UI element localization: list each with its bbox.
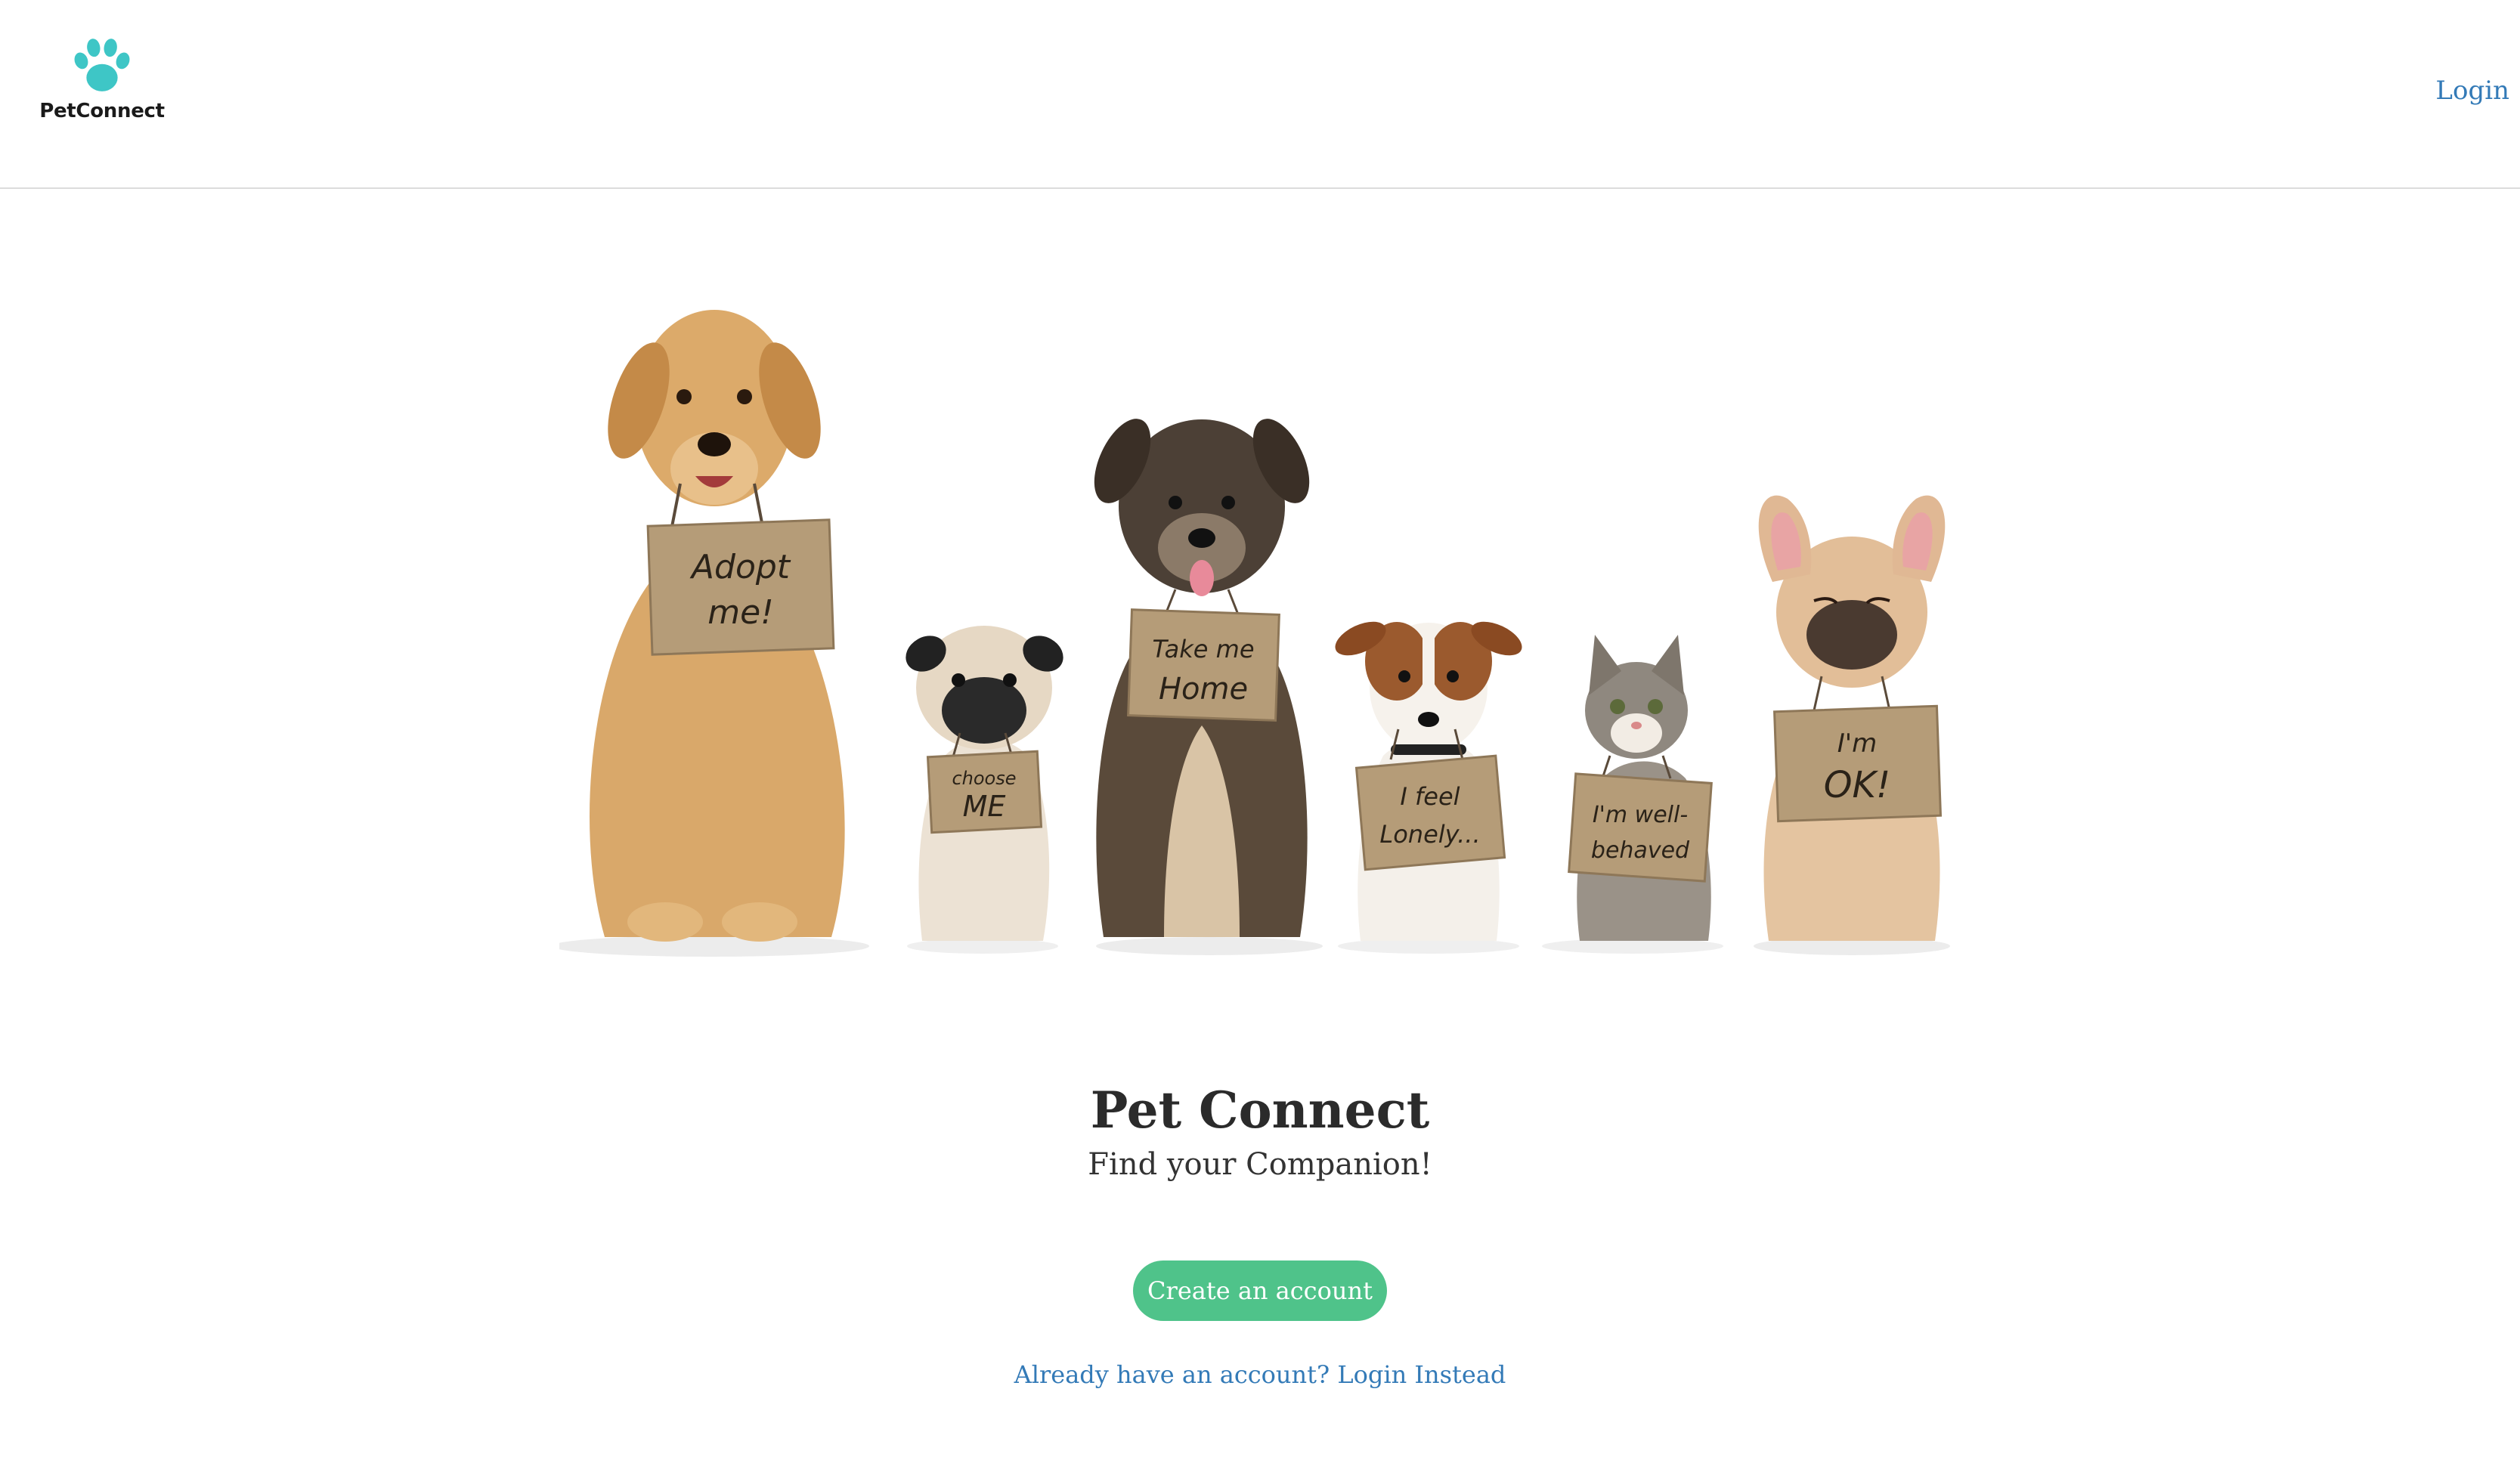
paw-icon	[74, 39, 130, 91]
page-subtitle: Find your Companion!	[1088, 1147, 1432, 1182]
sign-im-ok-line1: I'm	[1837, 728, 1878, 759]
sign-adopt-me-line1: Adopt	[689, 548, 791, 586]
pets-with-signs-illustration: Adopt me! choose ME Take me Home I feel …	[559, 310, 1950, 957]
sign-adopt-me: Adopt me!	[646, 483, 835, 656]
login-instead-row: Already have an account? Login Instead	[0, 1360, 2520, 1389]
create-account-button[interactable]: Create an account	[1133, 1260, 1387, 1321]
sign-im-ok: I'm OK!	[1773, 676, 1943, 823]
sign-take-me-home-line1: Take me	[1152, 635, 1254, 663]
sign-im-ok-line2: OK!	[1824, 764, 1891, 806]
sign-im-well-behaved-line1: I'm well-	[1593, 802, 1688, 828]
sign-i-feel-lonely-line1: I feel	[1400, 782, 1460, 811]
top-navbar: PetConnect Login	[0, 0, 2520, 189]
sign-choose-me-line2: ME	[963, 790, 1006, 823]
sign-take-me-home-line2: Home	[1159, 672, 1248, 707]
nav-login-link[interactable]: Login	[2435, 76, 2509, 106]
page-title: Pet Connect	[1090, 1081, 1430, 1140]
hero-image: Adopt me! choose ME Take me Home I feel …	[559, 257, 1965, 975]
brand-name: PetConnect	[39, 100, 165, 122]
sign-adopt-me-line2: me!	[707, 593, 774, 632]
sign-take-me-home: Take me Home	[1127, 589, 1280, 722]
sign-choose-me-line1: choose	[952, 768, 1016, 789]
login-instead-link[interactable]: Already have an account? Login Instead	[1014, 1360, 1506, 1389]
sign-im-well-behaved-line2: behaved	[1591, 837, 1690, 864]
sign-i-feel-lonely-line2: Lonely...	[1379, 820, 1480, 849]
brand-logo[interactable]: PetConnect	[38, 35, 166, 133]
